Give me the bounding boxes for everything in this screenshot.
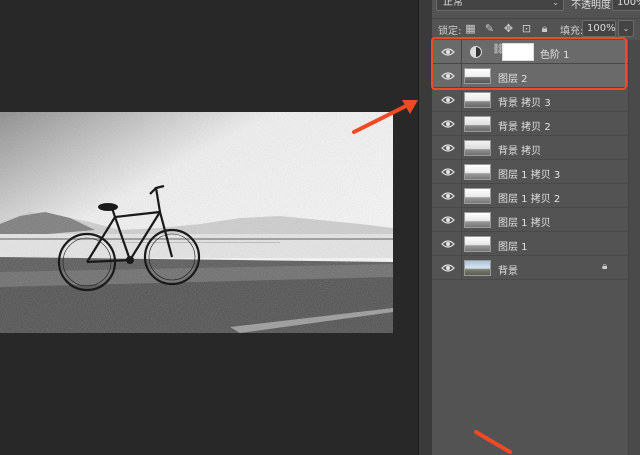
fill-label: 填充: — [560, 26, 584, 37]
lock-transparent-pixels-icon[interactable]: ▦ — [464, 22, 477, 35]
layer-row[interactable]: 背景 拷贝 — [432, 136, 628, 160]
layer-divider — [461, 232, 462, 256]
layer-thumbnail — [464, 140, 491, 156]
blend-mode-select[interactable]: 正常 ⌄ — [436, 0, 564, 11]
layer-row[interactable]: 图层 1 拷贝 2 — [432, 184, 628, 208]
selection-highlight-box — [431, 37, 627, 90]
layer-row[interactable]: 图层 1 拷贝 — [432, 208, 628, 232]
lock-image-pixels-icon[interactable]: ✎ — [483, 22, 496, 35]
layer-row[interactable]: 背景 拷贝 3 — [432, 88, 628, 112]
layer-divider — [461, 136, 462, 160]
layer-row[interactable]: 图层 1 — [432, 232, 628, 256]
layer-row[interactable]: 图层 1 拷贝 3 — [432, 160, 628, 184]
lock-artboard-icon[interactable]: ⊡ — [520, 22, 533, 35]
canvas-image-bicycle — [0, 112, 393, 333]
document-canvas[interactable] — [0, 0, 418, 455]
eye-icon[interactable] — [441, 94, 455, 106]
eye-icon[interactable] — [441, 190, 455, 202]
lock-fill-row: 锁定: ▦ ✎ ✥ ⊡ 🔒︎ 填充: 100% ⌄ — [432, 18, 640, 38]
layer-thumbnail — [464, 164, 491, 180]
canvas-scrollbar[interactable] — [418, 0, 432, 455]
layer-name: 背景 拷贝 2 — [498, 122, 551, 133]
layer-thumbnail — [464, 236, 491, 252]
fill-input[interactable]: 100% — [582, 20, 616, 37]
layer-row-background[interactable]: 背景 🔒︎ — [432, 256, 628, 280]
layer-thumbnail — [464, 188, 491, 204]
layer-row[interactable]: 背景 拷贝 2 — [432, 112, 628, 136]
layer-divider — [461, 208, 462, 232]
layer-name: 图层 1 拷贝 3 — [498, 170, 561, 181]
layer-divider — [461, 184, 462, 208]
layer-divider — [461, 88, 462, 112]
chevron-down-icon: ⌄ — [552, 0, 559, 7]
layer-divider — [461, 112, 462, 136]
layers-empty-area — [432, 285, 628, 455]
layer-name: 图层 1 — [498, 242, 528, 253]
layer-thumbnail — [464, 92, 491, 108]
layer-divider — [461, 256, 462, 280]
lock-position-icon[interactable]: ✥ — [502, 22, 515, 35]
layer-thumbnail — [464, 116, 491, 132]
layer-name: 背景 拷贝 3 — [498, 98, 551, 109]
lock-label: 锁定: — [438, 26, 462, 37]
layers-scrollbar[interactable] — [628, 40, 640, 455]
lock-all-icon[interactable]: 🔒︎ — [538, 22, 551, 35]
fill-dropdown-button[interactable]: ⌄ — [618, 20, 634, 37]
layer-name: 背景 — [498, 266, 518, 277]
annotation-arrow — [474, 430, 512, 454]
opacity-label: 不透明度: — [571, 0, 615, 11]
layer-name: 图层 1 拷贝 — [498, 218, 551, 229]
layer-thumbnail — [464, 260, 491, 276]
layer-divider — [461, 160, 462, 184]
lock-icon[interactable]: 🔒︎ — [602, 261, 607, 272]
layer-thumbnail — [464, 212, 491, 228]
annotation-arrow — [352, 100, 418, 134]
eye-icon[interactable] — [441, 166, 455, 178]
eye-icon[interactable] — [441, 142, 455, 154]
layer-name: 图层 1 拷贝 2 — [498, 194, 561, 205]
eye-icon[interactable] — [441, 118, 455, 130]
layer-name: 背景 拷贝 — [498, 146, 542, 157]
eye-icon[interactable] — [441, 238, 455, 250]
blend-mode-value: 正常 — [443, 0, 463, 8]
blend-opacity-row: 正常 ⌄ 不透明度: 100% — [432, 0, 640, 14]
eye-icon[interactable] — [441, 262, 455, 274]
eye-icon[interactable] — [441, 214, 455, 226]
opacity-input[interactable]: 100% — [612, 0, 640, 11]
